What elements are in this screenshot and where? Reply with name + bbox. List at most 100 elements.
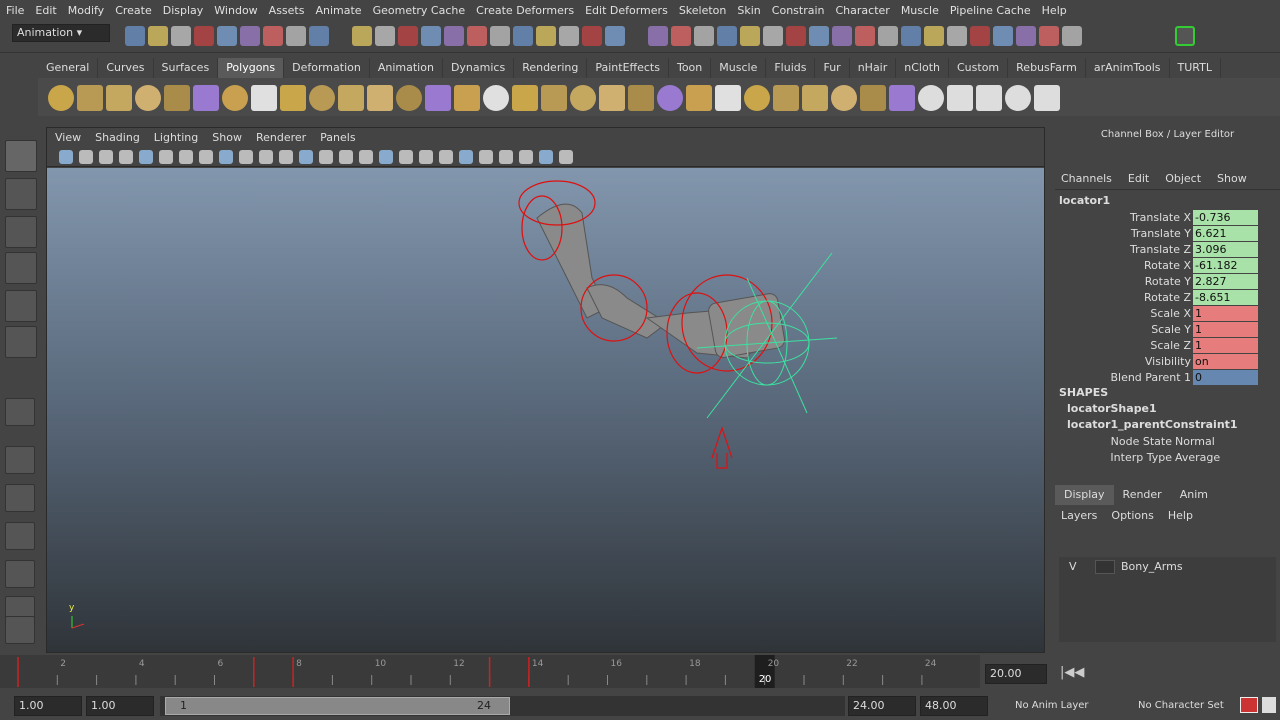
panel-tool-icon[interactable] — [299, 150, 313, 164]
playback-end-field[interactable]: 24.00 — [848, 696, 916, 716]
status-tool-icon[interactable] — [125, 26, 145, 46]
channel-row[interactable]: Rotate Y 2.827 — [1055, 274, 1280, 290]
status-tool-icon[interactable] — [286, 26, 306, 46]
time-slider[interactable]: 2 4 6 8 10 12 14 16 18 20 22 24 20 — [0, 655, 980, 688]
status-tool-icon[interactable] — [240, 26, 260, 46]
menu-muscle[interactable]: Muscle — [901, 4, 939, 17]
layer-tab-display[interactable]: Display — [1055, 485, 1114, 505]
channel-row[interactable]: Rotate Z -8.651 — [1055, 290, 1280, 306]
move-tool-icon[interactable] — [5, 252, 37, 284]
menu-create-deformers[interactable]: Create Deformers — [476, 4, 574, 17]
status-tool-icon[interactable] — [217, 26, 237, 46]
shelf-tool-icon[interactable] — [657, 85, 683, 111]
menu-display[interactable]: Display — [163, 4, 204, 17]
channel-row[interactable]: Scale Z1 — [1055, 338, 1280, 354]
menu-file[interactable]: File — [6, 4, 24, 17]
layer-menu-options[interactable]: Options — [1111, 505, 1153, 527]
character-set-dropdown[interactable]: No Character Set — [1138, 700, 1224, 711]
shelf-tool-icon[interactable] — [715, 85, 741, 111]
status-tool-icon[interactable] — [1062, 26, 1082, 46]
panel-tool-icon[interactable] — [559, 150, 573, 164]
panel-tool-icon[interactable] — [199, 150, 213, 164]
shelf-tool-icon[interactable] — [512, 85, 538, 111]
shelf-tool-icon[interactable] — [570, 85, 596, 111]
status-tool-icon[interactable] — [740, 26, 760, 46]
panel-menu-renderer[interactable]: Renderer — [256, 131, 306, 144]
maya-logo-icon[interactable] — [5, 616, 35, 644]
status-tool-icon[interactable] — [421, 26, 441, 46]
channel-menu-edit[interactable]: Edit — [1128, 169, 1149, 189]
panel-tool-icon[interactable] — [319, 150, 333, 164]
shelf-tab-fur[interactable]: Fur — [815, 58, 850, 78]
panel-tool-icon[interactable] — [179, 150, 193, 164]
status-tool-icon[interactable] — [809, 26, 829, 46]
channel-row[interactable]: Rotate X -61.182 — [1055, 258, 1280, 274]
shelf-tab-animation[interactable]: Animation — [370, 58, 443, 78]
shelf-tool-icon[interactable] — [338, 85, 364, 111]
channel-row[interactable]: Translate Y 6.621 — [1055, 226, 1280, 242]
shelf-tool-icon[interactable] — [48, 85, 74, 111]
menu-assets[interactable]: Assets — [269, 4, 305, 17]
status-tool-icon[interactable] — [536, 26, 556, 46]
paint-select-icon[interactable] — [5, 216, 37, 248]
shelf-tool-icon[interactable] — [831, 85, 857, 111]
panel-tool-icon[interactable] — [359, 150, 373, 164]
lasso-tool-icon[interactable] — [5, 178, 37, 210]
channel-menu-show[interactable]: Show — [1217, 169, 1247, 189]
layer-color-swatch[interactable] — [1095, 560, 1115, 574]
layer-tab-render[interactable]: Render — [1114, 485, 1171, 505]
menu-edit-deformers[interactable]: Edit Deformers — [585, 4, 668, 17]
shelf-tool-icon[interactable] — [860, 85, 886, 111]
shelf-tab-muscle[interactable]: Muscle — [711, 58, 767, 78]
status-tool-icon[interactable] — [375, 26, 395, 46]
panel-menu-panels[interactable]: Panels — [320, 131, 355, 144]
panel-tool-icon[interactable] — [159, 150, 173, 164]
menu-animate[interactable]: Animate — [315, 4, 361, 17]
status-tool-icon[interactable] — [582, 26, 602, 46]
shelf-tab-dynamics[interactable]: Dynamics — [443, 58, 515, 78]
panel-tool-icon[interactable] — [59, 150, 73, 164]
status-tool-icon[interactable] — [467, 26, 487, 46]
panel-tool-icon[interactable] — [79, 150, 93, 164]
status-tool-icon[interactable] — [694, 26, 714, 46]
status-tool-icon[interactable] — [444, 26, 464, 46]
shelf-tool-icon[interactable] — [251, 85, 277, 111]
channel-value[interactable]: on — [1193, 354, 1258, 370]
shelf-tab-rendering[interactable]: Rendering — [514, 58, 588, 78]
panel-tool-icon[interactable] — [279, 150, 293, 164]
status-tool-icon[interactable] — [763, 26, 783, 46]
channel-value[interactable]: 1 — [1193, 306, 1258, 322]
panel-menu-shading[interactable]: Shading — [95, 131, 140, 144]
panel-tool-icon[interactable] — [339, 150, 353, 164]
channel-value[interactable]: 1 — [1193, 322, 1258, 338]
shelf-tool-icon[interactable] — [1005, 85, 1031, 111]
shelf-tool-icon[interactable] — [976, 85, 1002, 111]
menu-edit[interactable]: Edit — [35, 4, 56, 17]
status-tool-icon[interactable] — [148, 26, 168, 46]
channel-value[interactable]: 2.827 — [1193, 274, 1258, 290]
channel-value[interactable]: 3.096 — [1193, 242, 1258, 258]
menu-character[interactable]: Character — [836, 4, 890, 17]
layout-four-icon[interactable] — [5, 484, 35, 512]
shelf-tool-icon[interactable] — [744, 85, 770, 111]
shelf-tool-icon[interactable] — [773, 85, 799, 111]
status-tool-icon[interactable] — [1016, 26, 1036, 46]
select-tool-icon[interactable] — [5, 140, 37, 172]
rotate-tool-icon[interactable] — [5, 290, 37, 322]
panel-tool-icon[interactable] — [539, 150, 553, 164]
menu-skin[interactable]: Skin — [737, 4, 760, 17]
panel-tool-icon[interactable] — [99, 150, 113, 164]
current-time-field[interactable]: 20.00 — [985, 664, 1047, 684]
anim-layer-dropdown[interactable]: No Anim Layer — [1015, 700, 1089, 711]
menu-constrain[interactable]: Constrain — [772, 4, 825, 17]
shelf-tab-painteffects[interactable]: PaintEffects — [587, 58, 669, 78]
range-slider-handle[interactable]: 1 24 — [165, 697, 510, 715]
menu-create[interactable]: Create — [115, 4, 152, 17]
shelf-tab-polygons[interactable]: Polygons — [218, 58, 285, 78]
channel-value[interactable]: -8.651 — [1193, 290, 1258, 306]
shelf-tab-aranimtools[interactable]: arAnimTools — [1086, 58, 1170, 78]
shelf-tab-toon[interactable]: Toon — [669, 58, 712, 78]
status-tool-icon[interactable] — [855, 26, 875, 46]
shelf-tool-icon[interactable] — [599, 85, 625, 111]
shape-node[interactable]: locatorShape1 — [1055, 402, 1280, 418]
